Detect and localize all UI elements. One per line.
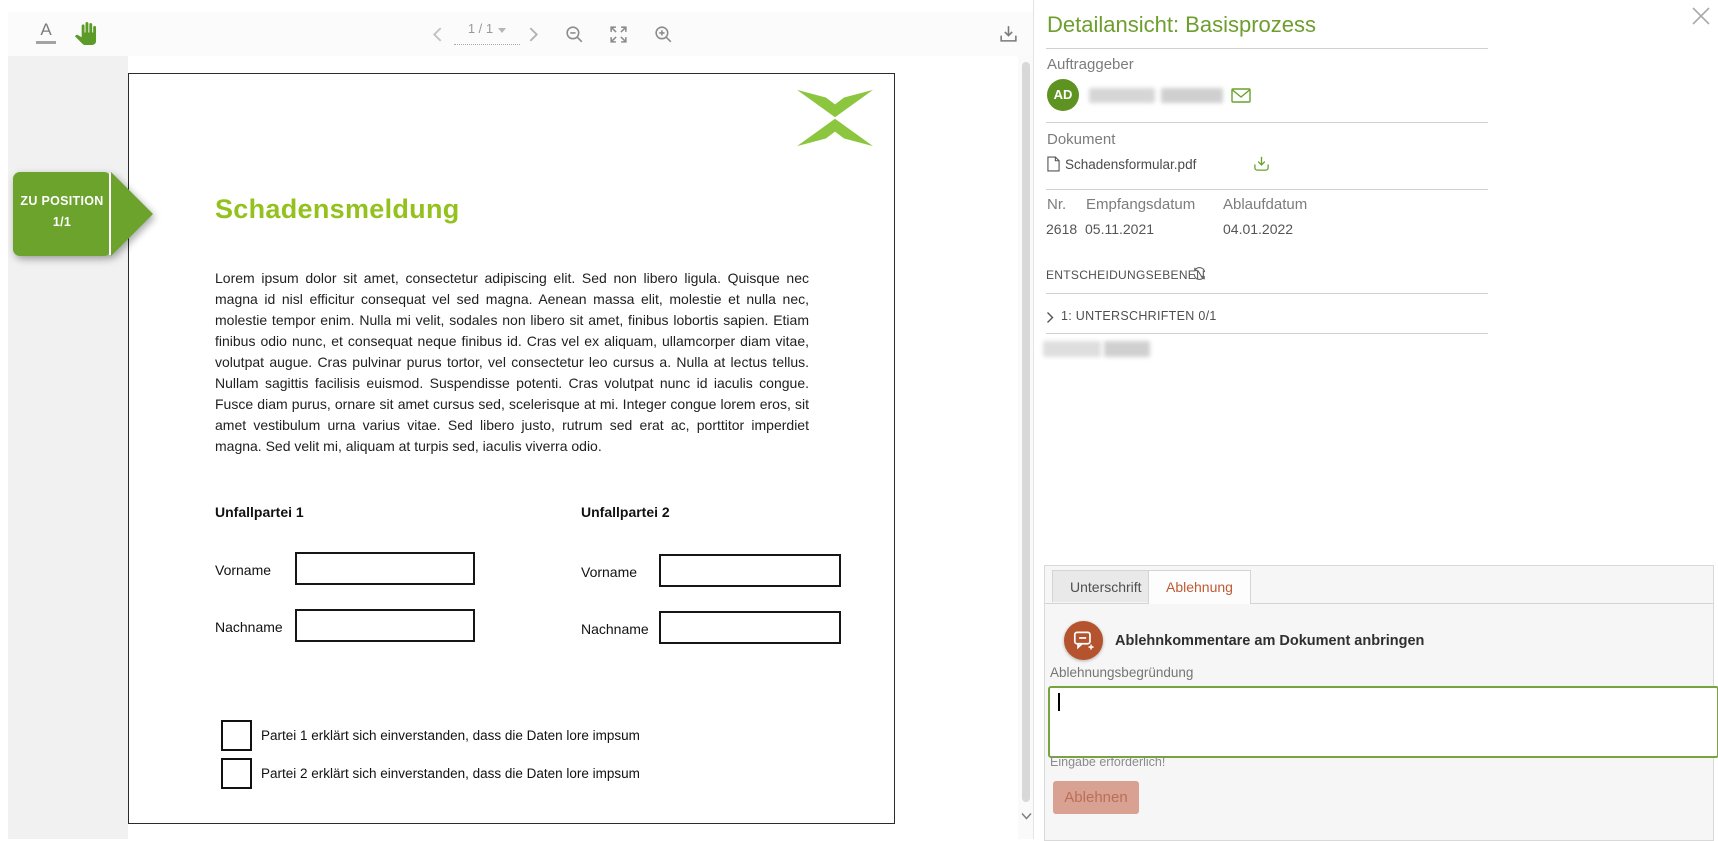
redacted-name xyxy=(1089,88,1155,103)
badge-text: ZU POSITION 1/1 xyxy=(13,191,111,233)
validation-message: Eingabe erforderlich! xyxy=(1050,755,1165,769)
add-comment-button[interactable] xyxy=(1064,621,1103,660)
redacted-signer-name xyxy=(1104,341,1150,357)
document-title: Schadensmeldung xyxy=(215,194,460,225)
download-document-icon[interactable] xyxy=(998,23,1019,44)
close-icon[interactable] xyxy=(1690,5,1712,27)
party1-nachname-label: Nachname xyxy=(215,619,283,635)
decision-panel: Unterschrift Ablehnung Ablehnkommentare … xyxy=(1044,565,1714,841)
next-page-button[interactable] xyxy=(528,26,539,43)
divider xyxy=(1046,48,1488,49)
page-number: 1 / 1 xyxy=(468,21,493,36)
ablaufdatum-value: 04.01.2022 xyxy=(1223,221,1293,237)
empfangsdatum-value: 05.11.2021 xyxy=(1085,221,1154,237)
document-filename[interactable]: Schadensformular.pdf xyxy=(1065,157,1196,172)
tab-strip-border xyxy=(1045,603,1713,604)
scrollbar-down-icon[interactable] xyxy=(1021,812,1032,820)
pdf-toolbar: A 1 / 1 xyxy=(8,12,1034,57)
expand-chevron-icon[interactable] xyxy=(1046,311,1054,324)
party2-consent-label: Partei 2 erklärt sich einverstanden, das… xyxy=(261,766,640,781)
document-body-text: Lorem ipsum dolor sit amet, consectetur … xyxy=(215,268,809,457)
page-dropdown-caret-icon xyxy=(498,28,506,33)
ablehnen-button[interactable]: Ablehnen xyxy=(1053,781,1139,814)
party2-nachname-field[interactable] xyxy=(659,611,841,644)
tab-unterschrift[interactable]: Unterschrift xyxy=(1052,570,1160,602)
redacted-name xyxy=(1161,88,1223,103)
badge-line2: 1/1 xyxy=(13,212,111,233)
party1-vorname-field[interactable] xyxy=(295,552,475,585)
badge-arrow xyxy=(111,172,153,256)
redacted-signer-name xyxy=(1043,341,1101,357)
party1-nachname-field[interactable] xyxy=(295,609,475,642)
party2-header: Unfallpartei 2 xyxy=(581,504,670,520)
party1-vorname-label: Vorname xyxy=(215,562,271,578)
auftraggeber-label: Auftraggeber xyxy=(1047,56,1134,73)
download-file-icon[interactable] xyxy=(1253,155,1270,172)
zu-position-badge[interactable]: ZU POSITION 1/1 xyxy=(13,172,153,256)
entscheidungsebenen-label: ENTSCHEIDUNGSEBENEN xyxy=(1046,268,1205,282)
badge-line1: ZU POSITION xyxy=(13,191,111,212)
pan-tool-icon[interactable] xyxy=(74,22,97,45)
dokument-label: Dokument xyxy=(1047,131,1115,148)
comment-hint-text: Ablehnkommentare am Dokument anbringen xyxy=(1115,633,1424,649)
party1-consent-label: Partei 1 erklärt sich einverstanden, das… xyxy=(261,728,640,743)
level1-label[interactable]: 1: UNTERSCHRIFTEN 0/1 xyxy=(1061,309,1217,323)
ablehnungsbegruendung-label: Ablehnungsbegründung xyxy=(1050,665,1193,680)
divider xyxy=(1046,293,1488,294)
text-select-tool-icon[interactable]: A xyxy=(36,20,56,44)
panel-divider xyxy=(1033,0,1034,839)
divider xyxy=(1046,333,1488,334)
tab-ablehnung[interactable]: Ablehnung xyxy=(1148,570,1251,604)
pdf-viewer-area: Schadensmeldung Lorem ipsum dolor sit am… xyxy=(8,56,1034,839)
divider xyxy=(1046,189,1488,190)
viewer-scrollbar[interactable] xyxy=(1018,56,1034,839)
party2-nachname-label: Nachname xyxy=(581,621,649,637)
zoom-in-icon[interactable] xyxy=(653,24,674,45)
nr-value: 2618 xyxy=(1046,221,1077,237)
empfangsdatum-header: Empfangsdatum xyxy=(1086,196,1195,213)
page-indicator[interactable]: 1 / 1 xyxy=(454,21,520,45)
mail-icon[interactable] xyxy=(1231,88,1251,103)
fullscreen-icon[interactable] xyxy=(608,24,629,45)
prev-page-button[interactable] xyxy=(432,26,443,43)
pdf-file-icon xyxy=(1047,156,1060,172)
zoom-out-icon[interactable] xyxy=(564,24,585,45)
party2-vorname-field[interactable] xyxy=(659,554,841,587)
scrollbar-thumb[interactable] xyxy=(1022,62,1030,802)
panel-title: Detailansicht: Basisprozess xyxy=(1047,12,1316,38)
text-caret xyxy=(1058,693,1060,711)
pdf-page: Schadensmeldung Lorem ipsum dolor sit am… xyxy=(128,73,895,824)
party2-vorname-label: Vorname xyxy=(581,564,637,580)
rejection-reason-input[interactable] xyxy=(1048,686,1718,758)
avatar: AD xyxy=(1047,79,1079,111)
ablaufdatum-header: Ablaufdatum xyxy=(1223,196,1307,213)
company-logo-icon xyxy=(797,88,873,148)
party2-consent-checkbox[interactable] xyxy=(221,758,252,789)
party1-consent-checkbox[interactable] xyxy=(221,720,252,751)
sync-icon[interactable] xyxy=(1192,266,1207,281)
nr-header: Nr. xyxy=(1047,196,1066,213)
divider xyxy=(1046,122,1488,123)
party1-header: Unfallpartei 1 xyxy=(215,504,304,520)
